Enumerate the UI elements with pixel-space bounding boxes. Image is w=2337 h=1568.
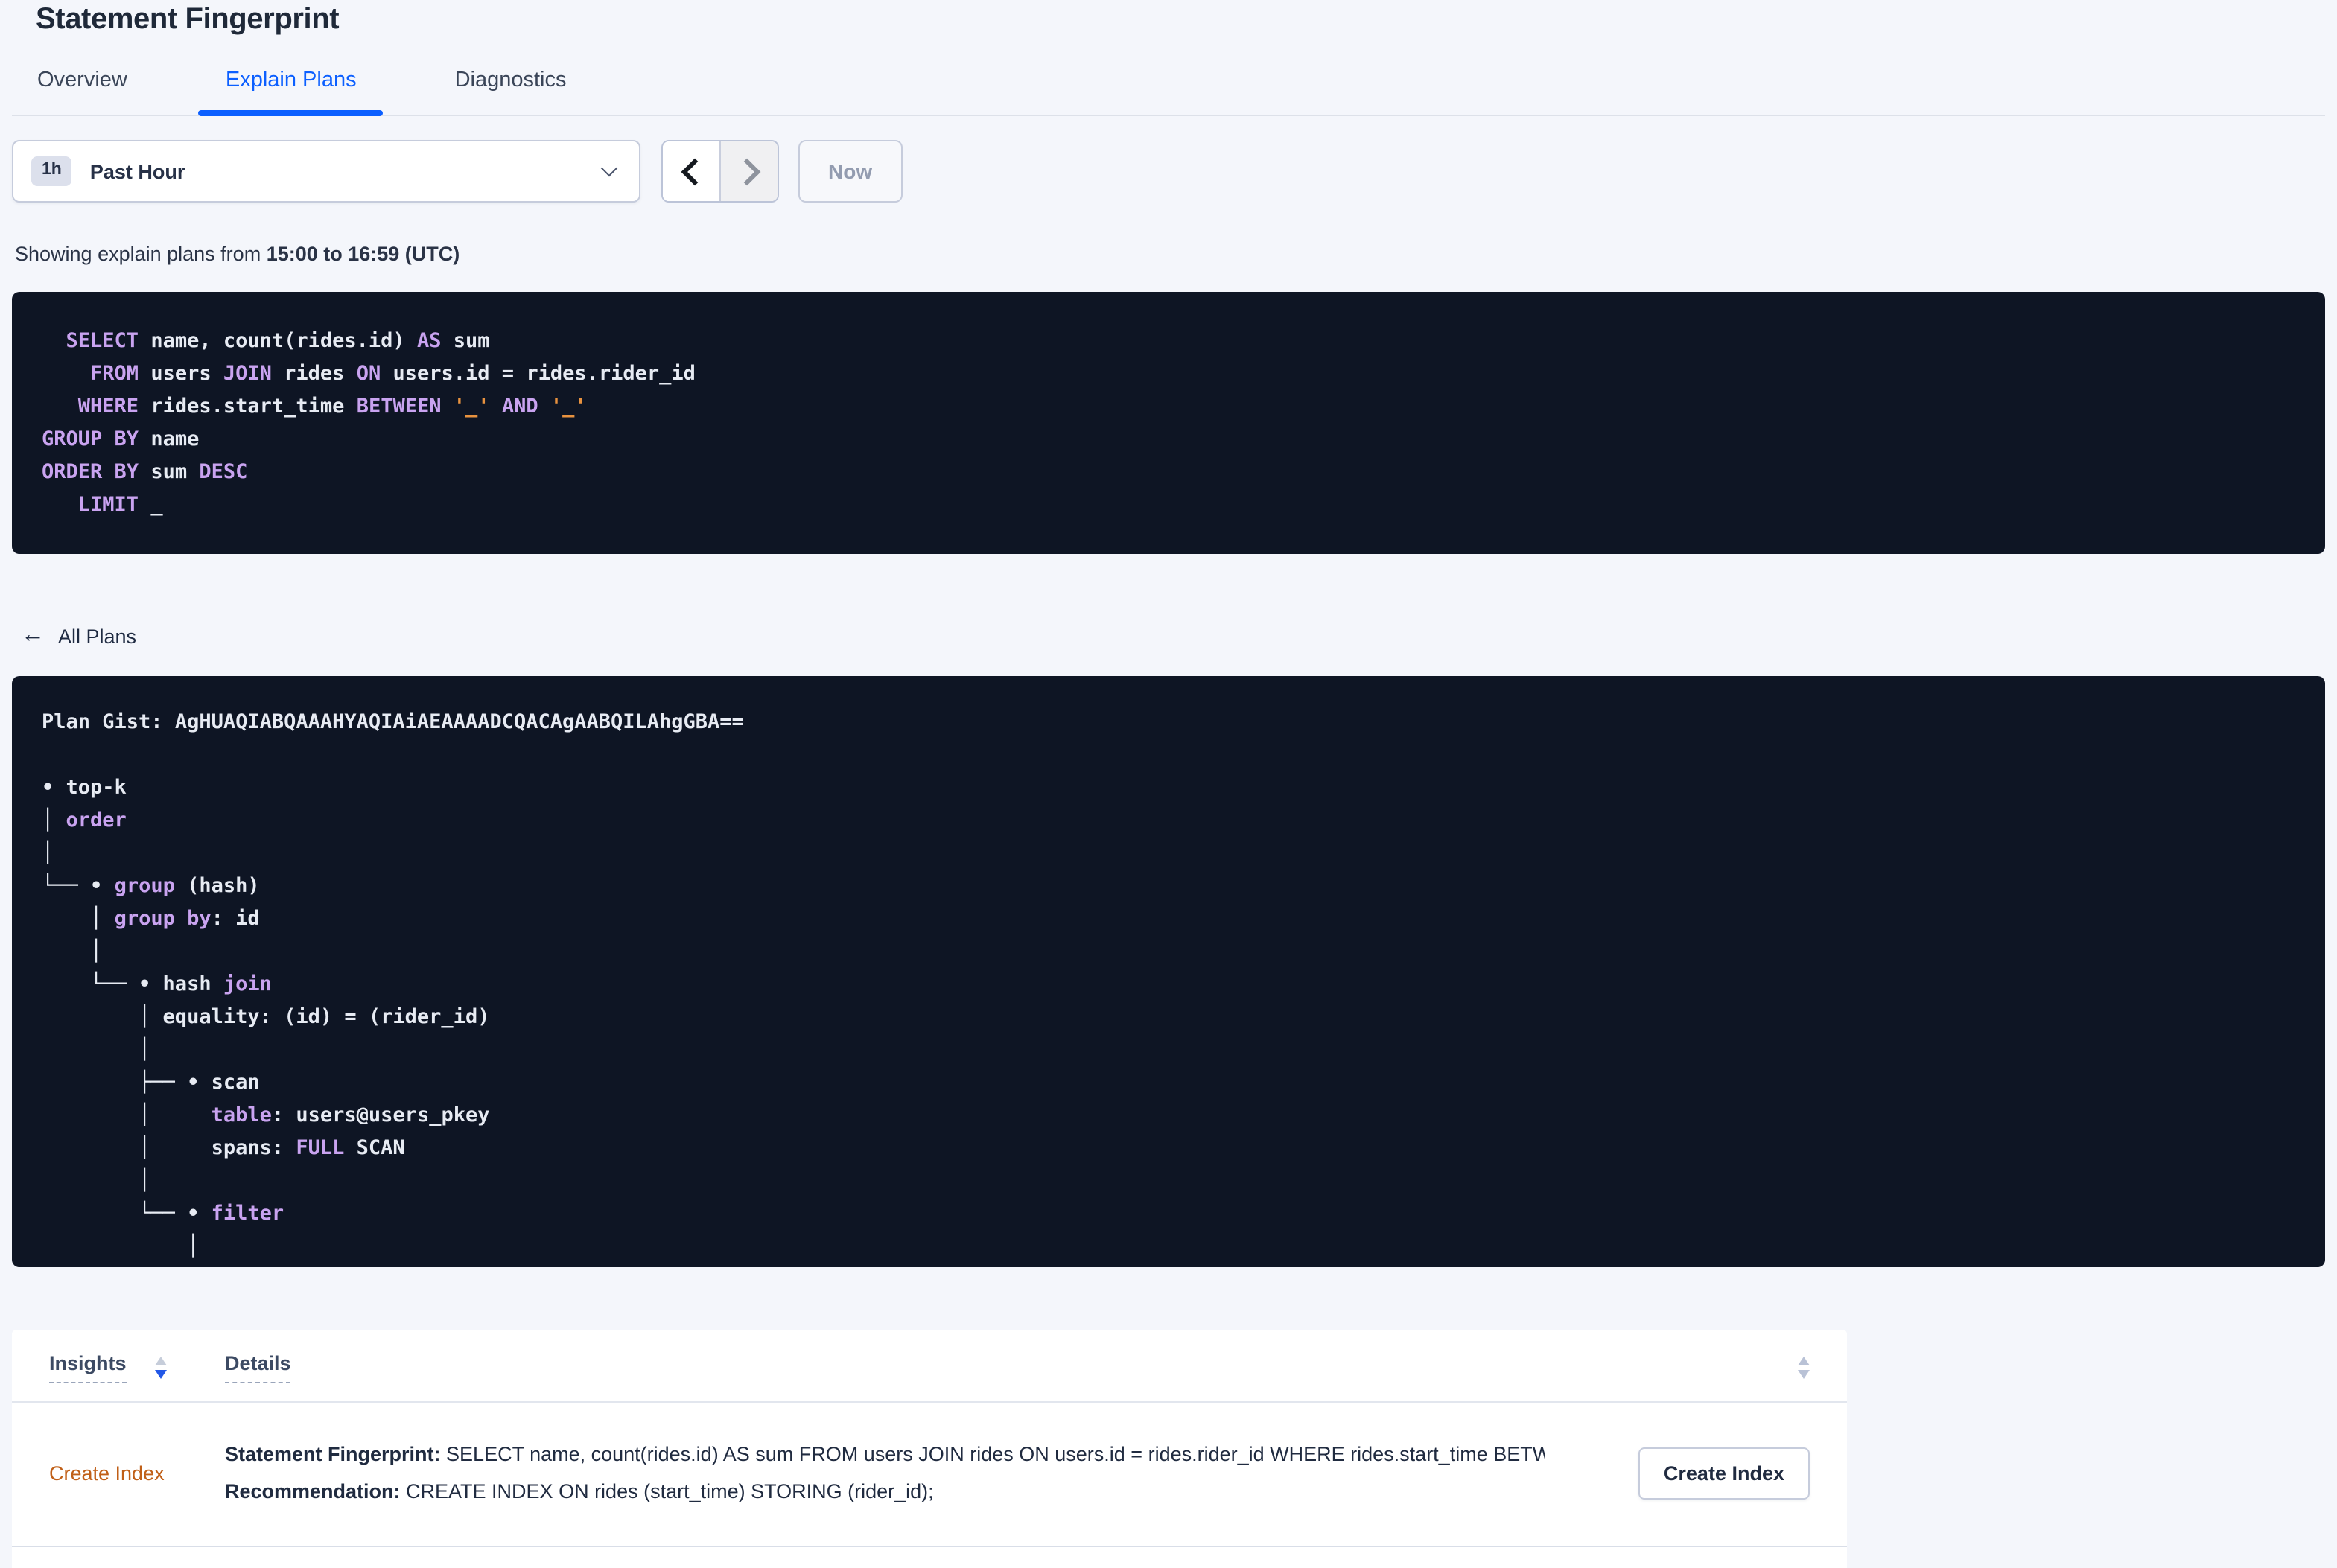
statement-fingerprint-page: Statement Fingerprint Overview Explain P… — [0, 0, 2337, 1568]
sort-desc-icon — [1798, 1370, 1810, 1379]
code-line: └── • group (hash) — [42, 874, 260, 898]
code-line: │ — [42, 1038, 151, 1062]
code-line: └── • hash join — [42, 972, 272, 996]
details-column-header-cell: Details — [225, 1352, 1810, 1383]
now-button[interactable]: Now — [798, 140, 903, 203]
time-range-label: Past Hour — [89, 160, 185, 182]
plan-gist-line: Plan Gist: AgHUAQIABQAAAHYAQIAiAEAAAADCQ… — [42, 706, 2295, 739]
sort-desc-icon — [154, 1370, 167, 1379]
all-plans-link[interactable]: ← All Plans — [21, 622, 137, 648]
chevron-right-icon — [732, 157, 760, 185]
insights-column-header[interactable]: Insights — [49, 1352, 127, 1383]
sort-asc-icon — [154, 1357, 167, 1365]
sql-statement-panel: SELECT name, count(rides.id) AS sum FROM… — [12, 292, 2325, 554]
details-column-header[interactable]: Details — [225, 1352, 291, 1383]
plan-gist-label: Plan Gist: — [42, 710, 175, 734]
insight-details-cell: Statement Fingerprint: SELECT name, coun… — [225, 1435, 1586, 1510]
insights-column-header-cell: Insights — [49, 1352, 225, 1383]
showing-range-text: Showing explain plans from 15:00 to 16:5… — [15, 243, 2325, 265]
showing-prefix: Showing explain plans from — [15, 243, 267, 265]
previous-time-button[interactable] — [663, 141, 719, 201]
plan-tree: • top-k │ order │ └── • group (hash) │ grou… — [42, 771, 2295, 1263]
code-line: │ group by: id — [42, 907, 260, 931]
create-index-button[interactable]: Create Index — [1638, 1447, 1810, 1499]
code-line: │ — [42, 1169, 151, 1193]
code-line: │ — [42, 841, 54, 865]
details-sort-control[interactable] — [1798, 1357, 1810, 1379]
code-line: │ equality: (id) = (rider_id) — [42, 1005, 490, 1029]
insights-table-card: Insights Details Create Index Statement … — [12, 1330, 1847, 1568]
page-title: Statement Fingerprint — [36, 3, 340, 36]
code-line: SELECT name, count(rides.id) AS sum — [42, 329, 490, 353]
tab-bar: Overview Explain Plans Diagnostics — [12, 68, 2325, 116]
code-line: └── • filter — [42, 1202, 284, 1226]
code-line: WHERE rides.start_time BETWEEN '_' AND '… — [42, 395, 587, 418]
tab-diagnostics[interactable]: Diagnostics — [455, 68, 567, 115]
code-line: │ spans: FULL SCAN — [42, 1136, 405, 1160]
showing-range-bold: 15:00 to 16:59 (UTC) — [266, 243, 460, 265]
code-line: │ table: users@users_pkey — [42, 1103, 490, 1127]
plan-gist-value: AgHUAQIABQAAAHYAQIAiAEAAAADCQACAgAABQILA… — [174, 710, 744, 734]
code-line: │ — [42, 940, 103, 963]
all-plans-label: All Plans — [58, 625, 137, 647]
insight-table-row: Create Index Statement Fingerprint: SELE… — [12, 1403, 1847, 1547]
sort-asc-icon — [1798, 1357, 1810, 1365]
code-line: │ — [42, 1234, 200, 1258]
back-arrow-icon: ← — [21, 622, 45, 648]
chevron-down-icon — [600, 159, 618, 177]
insight-detail-line: Statement Fingerprint: SELECT name, coun… — [225, 1443, 1545, 1465]
insights-table-header: Insights Details — [12, 1330, 1847, 1403]
time-controls-row: 1h Past Hour Now — [12, 140, 2325, 203]
next-time-button[interactable] — [719, 141, 778, 201]
tab-overview[interactable]: Overview — [37, 68, 127, 115]
time-pager — [661, 140, 779, 203]
time-range-badge: 1h — [31, 156, 72, 186]
time-range-dropdown[interactable]: 1h Past Hour — [12, 140, 640, 203]
insight-type-link[interactable]: Create Index — [49, 1462, 225, 1484]
tab-explain-plans[interactable]: Explain Plans — [198, 68, 384, 116]
code-line: LIMIT _ — [42, 493, 163, 517]
insight-detail-line: Recommendation: CREATE INDEX ON rides (s… — [225, 1480, 934, 1502]
code-line: ├── • scan — [42, 1071, 260, 1094]
plan-gist-panel: Plan Gist: AgHUAQIABQAAAHYAQIAiAEAAAADCQ… — [12, 676, 2325, 1267]
code-line: GROUP BY name — [42, 427, 200, 451]
code-line: │ order — [42, 809, 127, 832]
code-line: • top-k — [42, 776, 127, 800]
code-line: FROM users JOIN rides ON users.id = ride… — [42, 362, 696, 386]
code-line: ORDER BY sum DESC — [42, 460, 248, 484]
insights-sort-control[interactable] — [154, 1357, 167, 1379]
chevron-left-icon — [680, 157, 708, 185]
